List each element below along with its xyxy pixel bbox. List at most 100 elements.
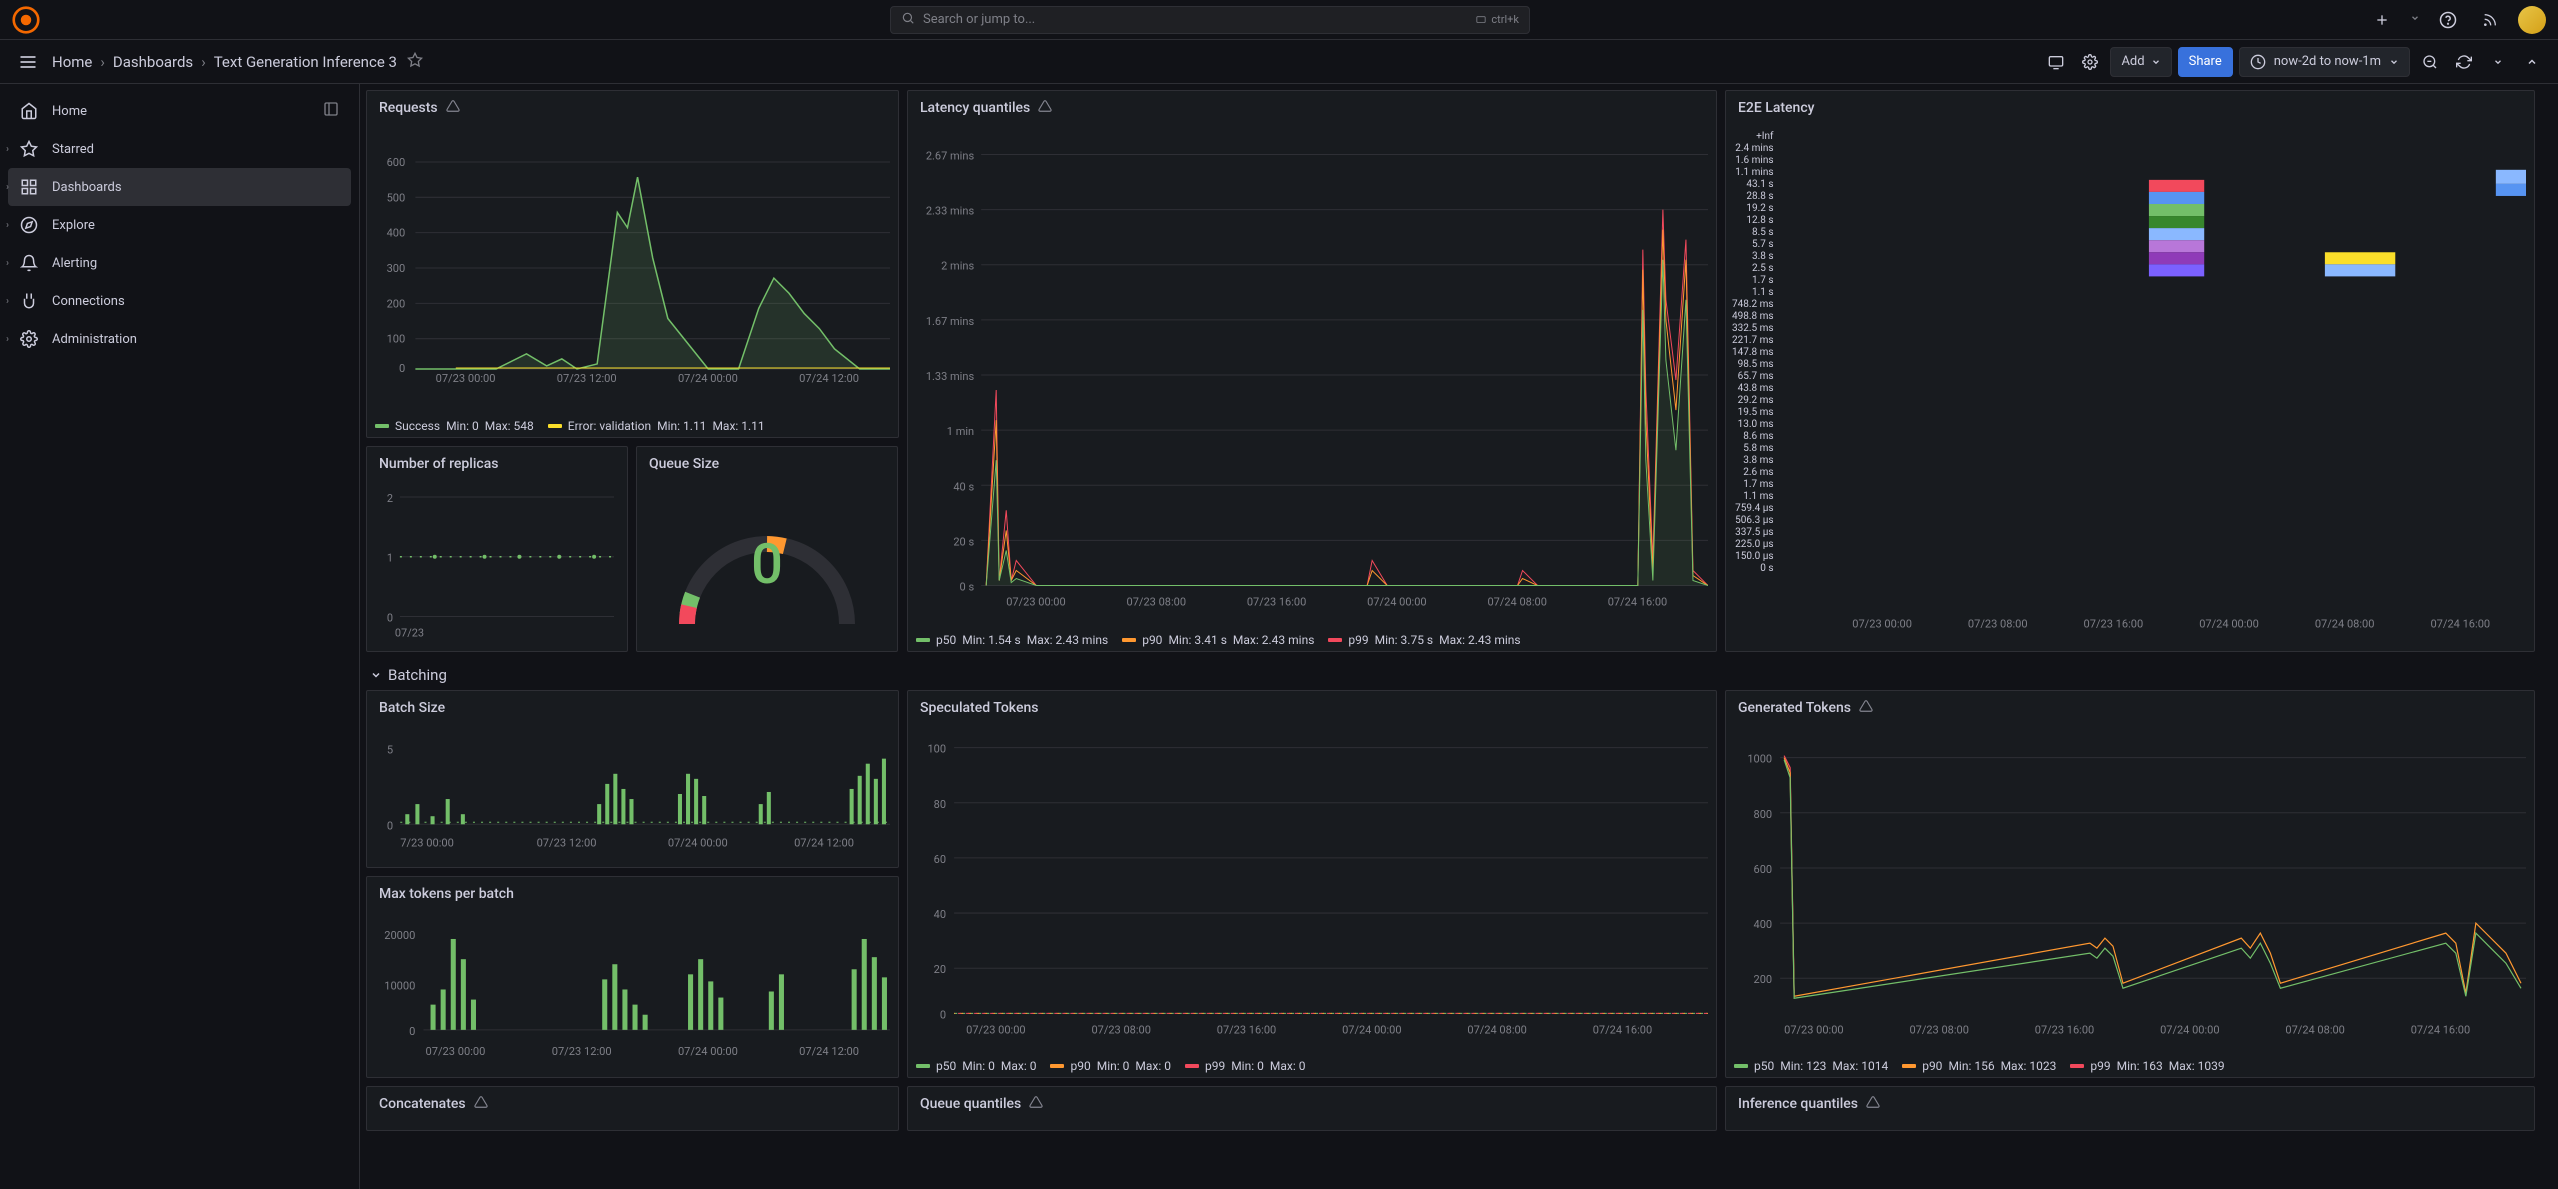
- svg-text:07/24 12:00: 07/24 12:00: [794, 837, 854, 850]
- svg-text:07/24 08:00: 07/24 08:00: [1487, 596, 1546, 609]
- panel-requests[interactable]: Requests 6005004003002001000 07/23 00:00…: [366, 90, 899, 438]
- svg-text:07/23: 07/23: [395, 626, 424, 639]
- chart-max-tokens: 20000100000 07/23 00:0007/23 12:0007/24 …: [375, 915, 890, 1069]
- settings-button[interactable]: [2076, 48, 2104, 76]
- legend-item[interactable]: p99Min: 3.75 sMax: 2.43 mins: [1328, 633, 1520, 647]
- legend-item[interactable]: p50Min: 123Max: 1014: [1734, 1059, 1888, 1073]
- svg-text:07/23 00:00: 07/23 00:00: [436, 372, 496, 385]
- panel-title: Queue quantiles: [920, 1096, 1021, 1112]
- share-button[interactable]: Share: [2178, 47, 2233, 77]
- svg-text:0: 0: [387, 819, 393, 832]
- panel-title: E2E Latency: [1738, 100, 1814, 116]
- svg-text:07/24 08:00: 07/24 08:00: [1467, 1023, 1526, 1036]
- panel-generated[interactable]: Generated Tokens 1000800600400200 07/23 …: [1725, 690, 2535, 1078]
- svg-text:07/24 12:00: 07/24 12:00: [799, 372, 859, 385]
- dock-icon[interactable]: [323, 101, 339, 121]
- collapse-button[interactable]: [2518, 48, 2546, 76]
- compass-icon: [20, 216, 38, 234]
- legend-item[interactable]: Error: validationMin: 1.11Max: 1.11: [548, 419, 765, 433]
- legend-item[interactable]: p90Min: 3.41 sMax: 2.43 mins: [1122, 633, 1314, 647]
- svg-text:1 min: 1 min: [947, 425, 974, 438]
- sidebar-item-connections[interactable]: › Connections: [8, 282, 351, 320]
- panel-queue-size[interactable]: Queue Size 0: [636, 446, 898, 652]
- breadcrumb-dashboards[interactable]: Dashboards: [113, 53, 193, 71]
- grafana-logo[interactable]: [12, 6, 40, 34]
- chevron-right-icon: ›: [201, 53, 206, 71]
- tv-mode-button[interactable]: [2042, 48, 2070, 76]
- chevron-down-icon: [370, 669, 382, 681]
- svg-text:07/23 12:00: 07/23 12:00: [552, 1045, 612, 1058]
- alert-icon: [1859, 699, 1873, 717]
- panel-concatenates[interactable]: Concatenates: [366, 1086, 899, 1131]
- svg-text:2: 2: [387, 492, 393, 505]
- legend-item[interactable]: SuccessMin: 0Max: 548: [375, 419, 534, 433]
- global-search[interactable]: Search or jump to... ctrl+k: [890, 6, 1530, 34]
- svg-text:07/23 12:00: 07/23 12:00: [557, 372, 617, 385]
- chevron-right-icon: ›: [6, 182, 9, 193]
- sidebar-item-explore[interactable]: › Explore: [8, 206, 351, 244]
- sidebar-item-dashboards[interactable]: › Dashboards: [8, 168, 351, 206]
- add-button[interactable]: Add: [2110, 47, 2171, 77]
- svg-text:200: 200: [1754, 973, 1773, 986]
- sidebar-item-home[interactable]: Home: [8, 92, 351, 130]
- svg-text:100: 100: [927, 743, 946, 756]
- panel-batch-size[interactable]: Batch Size 50: [366, 690, 899, 868]
- alert-icon: [474, 1095, 488, 1113]
- svg-text:07/24 16:00: 07/24 16:00: [2430, 617, 2490, 630]
- breadcrumb-home[interactable]: Home: [52, 53, 92, 71]
- svg-text:200: 200: [387, 297, 406, 310]
- zoom-out-button[interactable]: [2416, 48, 2444, 76]
- svg-text:07/23 00:00: 07/23 00:00: [425, 1045, 485, 1058]
- svg-text:07/24 00:00: 07/24 00:00: [2199, 617, 2259, 630]
- user-avatar[interactable]: [2518, 6, 2546, 34]
- time-range-picker[interactable]: now-2d to now-1m: [2239, 47, 2410, 77]
- refresh-interval-dropdown[interactable]: [2484, 48, 2512, 76]
- alert-icon: [1029, 1095, 1043, 1113]
- svg-text:1: 1: [387, 551, 393, 564]
- sidebar-item-administration[interactable]: › Administration: [8, 320, 351, 358]
- gear-icon: [20, 330, 38, 348]
- help-button[interactable]: [2434, 6, 2462, 34]
- legend-item[interactable]: p50Min: 1.54 sMax: 2.43 mins: [916, 633, 1108, 647]
- panel-replicas[interactable]: Number of replicas 210 07/23: [366, 446, 628, 652]
- panel-inference-quantiles[interactable]: Inference quantiles: [1725, 1086, 2535, 1131]
- legend-item[interactable]: p50Min: 0Max: 0: [916, 1059, 1036, 1073]
- panel-title: Concatenates: [379, 1096, 466, 1112]
- chart-legend: SuccessMin: 0Max: 548 Error: validationM…: [367, 415, 898, 437]
- panel-title: Inference quantiles: [1738, 1096, 1858, 1112]
- panel-title: Latency quantiles: [920, 100, 1030, 116]
- section-batching[interactable]: Batching: [366, 660, 2552, 690]
- legend-item[interactable]: p99Min: 0Max: 0: [1185, 1059, 1305, 1073]
- legend-item[interactable]: p90Min: 0Max: 0: [1050, 1059, 1170, 1073]
- svg-text:40 s: 40 s: [953, 480, 974, 493]
- panel-speculated[interactable]: Speculated Tokens 100806040200 07/23 00:…: [907, 690, 1717, 1078]
- legend-item[interactable]: p99Min: 163Max: 1039: [2070, 1059, 2224, 1073]
- svg-text:07/23 08:00: 07/23 08:00: [1127, 596, 1186, 609]
- refresh-button[interactable]: [2450, 48, 2478, 76]
- legend-item[interactable]: p90Min: 156Max: 1023: [1902, 1059, 2056, 1073]
- star-button[interactable]: [407, 52, 423, 72]
- add-menu[interactable]: [2368, 6, 2396, 34]
- panel-queue-quantiles[interactable]: Queue quantiles: [907, 1086, 1717, 1131]
- sidebar-item-starred[interactable]: › Starred: [8, 130, 351, 168]
- svg-text:07/24 00:00: 07/24 00:00: [678, 1045, 738, 1058]
- menu-toggle[interactable]: [12, 46, 44, 78]
- svg-text:600: 600: [387, 156, 406, 169]
- chart-generated: 1000800600400200 07/23 00:0007/23 08:000…: [1734, 729, 2526, 1047]
- star-icon: [20, 140, 38, 158]
- svg-text:2 mins: 2 mins: [941, 260, 974, 273]
- svg-text:07/23 00:00: 07/23 00:00: [1784, 1023, 1843, 1036]
- bell-icon: [20, 254, 38, 272]
- svg-text:1.67 mins: 1.67 mins: [926, 315, 975, 328]
- sidebar-item-alerting[interactable]: › Alerting: [8, 244, 351, 282]
- svg-text:07/23 16:00: 07/23 16:00: [2084, 617, 2144, 630]
- svg-text:0: 0: [940, 1008, 946, 1021]
- search-shortcut: ctrl+k: [1475, 13, 1519, 26]
- alert-icon: [446, 99, 460, 117]
- panel-e2e-latency[interactable]: E2E Latency +Inf2.4 mins1.6 mins1.1 mins…: [1725, 90, 2535, 652]
- chevron-down-icon[interactable]: [2410, 12, 2420, 27]
- panel-max-tokens[interactable]: Max tokens per batch 20000100000: [366, 876, 899, 1078]
- panel-latency-quantiles[interactable]: Latency quantiles 2.67 mins2.33 mins2 mi…: [907, 90, 1717, 652]
- clock-icon: [2250, 54, 2266, 70]
- news-button[interactable]: [2476, 6, 2504, 34]
